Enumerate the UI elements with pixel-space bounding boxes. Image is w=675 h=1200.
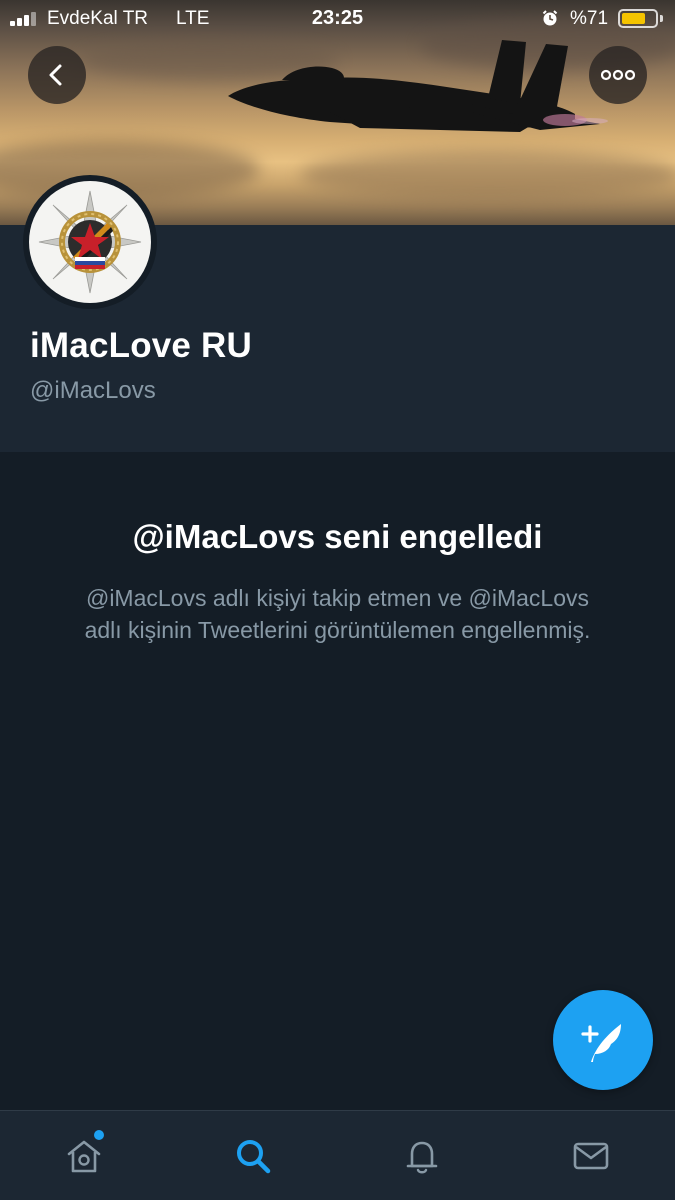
- twitter-profile-screen: EvdeKal TR LTE 23:25 %71 iMacLove RU @iM…: [0, 0, 675, 1200]
- profile-handle: @iMacLovs: [30, 377, 156, 404]
- tab-home[interactable]: [0, 1111, 169, 1200]
- battery-level-fill: [622, 13, 645, 24]
- avatar-image: [29, 181, 151, 303]
- more-options-button[interactable]: [589, 46, 647, 104]
- home-notification-dot: [94, 1130, 104, 1140]
- compose-tweet-icon: [581, 1024, 621, 1062]
- battery-icon: [618, 9, 658, 28]
- search-icon: [237, 1139, 271, 1173]
- blocked-description: @iMacLovs adlı kişiyi takip etmen ve @iM…: [84, 585, 591, 643]
- tab-search[interactable]: [169, 1111, 338, 1200]
- military-badge-emblem: [38, 190, 142, 294]
- home-icon: [68, 1140, 101, 1172]
- messages-envelope-icon: [573, 1142, 608, 1169]
- profile-avatar[interactable]: [23, 175, 157, 309]
- tab-messages[interactable]: [506, 1111, 675, 1200]
- bottom-tab-bar: [0, 1110, 675, 1200]
- chevron-left-icon: [49, 64, 62, 86]
- notifications-bell-icon: [406, 1141, 438, 1173]
- battery-percentage: %71: [570, 8, 609, 29]
- compose-tweet-button[interactable]: [553, 990, 653, 1090]
- blocked-title: @iMacLovs seni engelledi: [132, 518, 543, 555]
- tab-notifications[interactable]: [338, 1111, 507, 1200]
- profile-display-name: iMacLove RU: [30, 326, 252, 365]
- status-bar: EvdeKal TR LTE 23:25 %71: [0, 0, 675, 38]
- more-horizontal-icon: [601, 69, 635, 81]
- back-button[interactable]: [28, 46, 86, 104]
- alarm-clock-icon: [542, 10, 558, 26]
- battery-tip: [660, 15, 663, 22]
- blocked-notice: @iMacLovs seni engelledi @iMacLovs adlı …: [0, 452, 675, 646]
